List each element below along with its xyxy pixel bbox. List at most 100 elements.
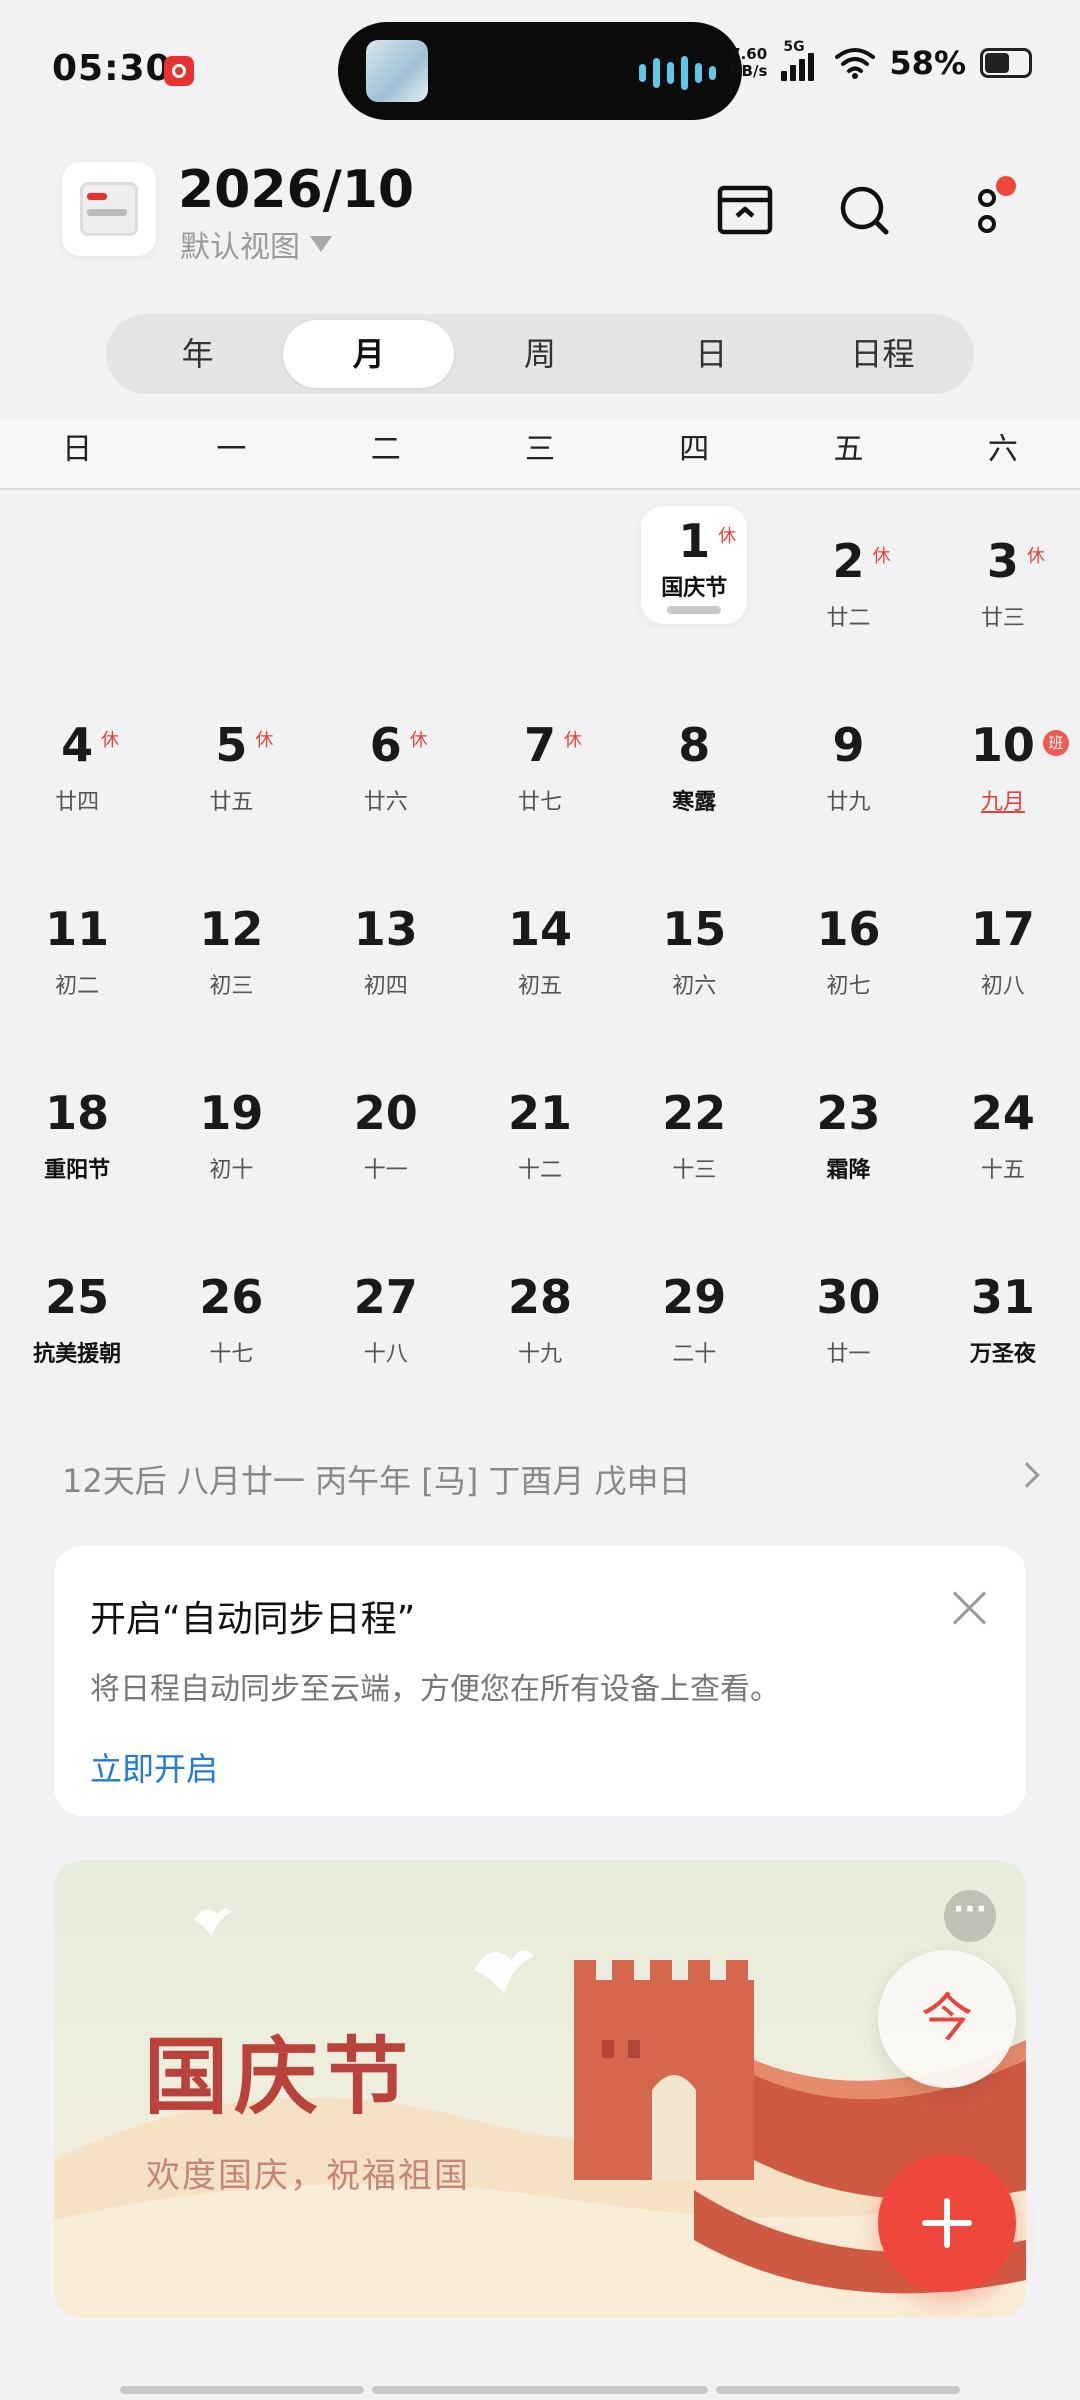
day-cell[interactable]: 28 十九 [463, 1226, 617, 1410]
add-event-button[interactable] [878, 2154, 1016, 2292]
day-cell[interactable]: 20 十一 [309, 1042, 463, 1226]
tab-day[interactable]: 日 [626, 320, 797, 388]
day-number: 24 [970, 1086, 1035, 1140]
lunar-date-label: 廿四 [55, 790, 100, 815]
archive-button[interactable] [710, 176, 780, 246]
calendar-week-row: 4 休廿四 5 休廿五 6 休廿六 7 休廿七 8 寒露 9 廿九 10 班九月 [0, 674, 1080, 858]
search-button[interactable] [830, 176, 900, 246]
day-cell[interactable]: 14 初五 [463, 858, 617, 1042]
banner-more-button[interactable]: ··· [944, 1890, 996, 1942]
day-number: 2 [832, 534, 865, 588]
day-cell[interactable]: 25 抗美援朝 [0, 1226, 154, 1410]
day-cell[interactable]: 23 霜降 [771, 1042, 925, 1226]
lunar-date-label: 十三 [672, 1158, 717, 1183]
day-number: 3 [986, 534, 1019, 588]
festival-label: 国庆节 [661, 576, 728, 601]
calendar-app-icon[interactable] [62, 162, 156, 256]
day-cell[interactable]: 11 初二 [0, 858, 154, 1042]
status-bar: 05:30 7.60 KB/s 5G 58% [0, 0, 1080, 140]
empty-day-cell [463, 490, 617, 674]
today-button[interactable]: 今 [878, 1950, 1016, 2088]
day-cell[interactable]: 9 廿九 [771, 674, 925, 858]
day-number: 22 [662, 1086, 727, 1140]
lunar-date-label: 十一 [363, 1158, 408, 1183]
day-cell[interactable]: 3 休廿三 [926, 490, 1080, 674]
day-cell[interactable]: 18 重阳节 [0, 1042, 154, 1226]
weekday-label: 四 [679, 432, 710, 467]
lunar-date-label: 廿二 [826, 606, 871, 631]
day-cell[interactable]: 22 十三 [617, 1042, 771, 1226]
lunar-date-label: 初八 [980, 974, 1025, 999]
day-cell[interactable]: 24 十五 [926, 1042, 1080, 1226]
day-cell[interactable]: 10 班九月 [926, 674, 1080, 858]
weekday-label: 一 [216, 432, 247, 467]
day-number: 27 [353, 1270, 418, 1324]
day-cell[interactable]: 26 十七 [154, 1226, 308, 1410]
tab-schedule[interactable]: 日程 [797, 320, 968, 388]
holiday-rest-badge: 休 [1026, 546, 1045, 567]
sync-card-description: 将日程自动同步至云端，方便您在所有设备上查看。 [90, 1672, 780, 1707]
lunar-date-label: 初七 [826, 974, 871, 999]
day-cell[interactable]: 30 廿一 [771, 1226, 925, 1410]
day-cell[interactable]: 29 二十 [617, 1226, 771, 1410]
weekday-label: 五 [833, 432, 864, 467]
chevron-down-icon [310, 236, 332, 252]
day-cell[interactable]: 16 初七 [771, 858, 925, 1042]
tab-month[interactable]: 月 [283, 320, 455, 388]
day-cell[interactable]: 27 十八 [309, 1226, 463, 1410]
lunar-date-label: 十五 [980, 1158, 1025, 1183]
lunar-date-label: 初三 [209, 974, 254, 999]
day-cell[interactable]: 1 休国庆节 [617, 490, 771, 674]
close-icon[interactable] [950, 1588, 990, 1628]
lunar-date-label: 初五 [517, 974, 562, 999]
day-number: 16 [816, 902, 881, 956]
view-label: 默认视图 [180, 230, 300, 265]
day-cell[interactable]: 13 初四 [309, 858, 463, 1042]
enable-sync-link[interactable]: 立即开启 [90, 1744, 218, 1790]
view-mode-tabs: 年 月 周 日 日程 [106, 314, 974, 394]
day-number: 30 [816, 1270, 881, 1324]
search-icon [840, 186, 889, 235]
day-number: 25 [45, 1270, 110, 1324]
day-cell[interactable]: 4 休廿四 [0, 674, 154, 858]
archive-icon [717, 185, 773, 235]
view-selector[interactable]: 默认视图 [180, 222, 332, 266]
dynamic-island[interactable] [338, 22, 742, 120]
month-title[interactable]: 2026/10 [178, 160, 414, 220]
day-cell[interactable]: 6 休廿六 [309, 674, 463, 858]
more-button[interactable] [952, 176, 1022, 246]
calendar-week-row: 25 抗美援朝 26 十七 27 十八 28 十九 29 二十 30 廿一 31 万圣夜 [0, 1226, 1080, 1410]
lunar-info[interactable]: 12天后 八月廿一 丙午年 [马] 丁酉月 戊申日 [62, 1456, 691, 1502]
empty-day-cell [309, 490, 463, 674]
day-cell[interactable]: 7 休廿七 [463, 674, 617, 858]
day-cell[interactable]: 2 休廿二 [771, 490, 925, 674]
day-cell[interactable]: 17 初八 [926, 858, 1080, 1042]
day-number: 23 [816, 1086, 881, 1140]
day-cell[interactable]: 15 初六 [617, 858, 771, 1042]
holiday-rest-badge: 休 [718, 526, 737, 547]
day-number: 6 [369, 718, 402, 772]
day-cell[interactable]: 31 万圣夜 [926, 1226, 1080, 1410]
day-cell[interactable]: 21 十二 [463, 1042, 617, 1226]
holiday-rest-badge: 休 [563, 730, 582, 751]
day-number: 13 [353, 902, 418, 956]
day-cell[interactable]: 5 休廿五 [154, 674, 308, 858]
holiday-banner[interactable]: 国庆节 欢度国庆，祝福祖国 ··· [54, 1860, 1026, 2318]
lunar-date-label: 二十 [672, 1342, 717, 1367]
day-cell[interactable]: 19 初十 [154, 1042, 308, 1226]
tab-year[interactable]: 年 [112, 320, 283, 388]
lunar-date-label: 十二 [517, 1158, 562, 1183]
sync-card: 开启“自动同步日程” 将日程自动同步至云端，方便您在所有设备上查看。 立即开启 [54, 1546, 1026, 1816]
day-number: 20 [353, 1086, 418, 1140]
day-cell[interactable]: 12 初三 [154, 858, 308, 1042]
tab-week[interactable]: 周 [454, 320, 625, 388]
battery-icon [980, 48, 1032, 78]
status-time: 05:30 [52, 48, 172, 89]
lunar-date-label: 初六 [672, 974, 717, 999]
day-number: 26 [199, 1270, 264, 1324]
album-art-icon [366, 40, 428, 102]
chevron-right-icon[interactable] [1014, 1462, 1040, 1488]
day-number: 19 [199, 1086, 264, 1140]
day-cell[interactable]: 8 寒露 [617, 674, 771, 858]
empty-day-cell [0, 490, 154, 674]
